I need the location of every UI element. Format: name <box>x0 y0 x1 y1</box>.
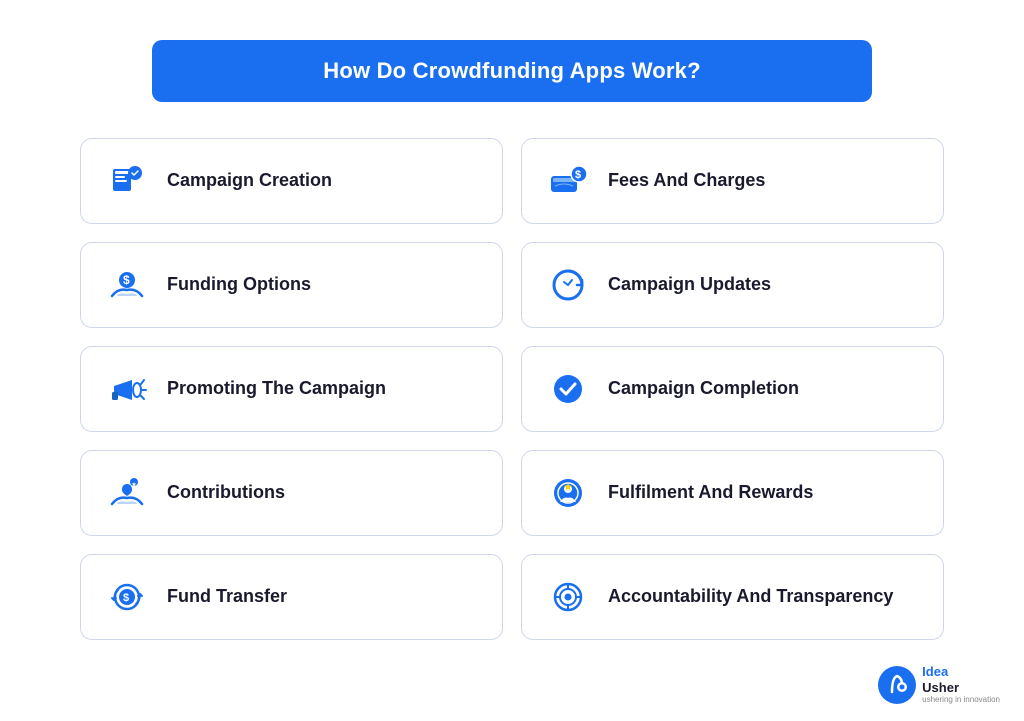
card-fund-transfer: $ Fund Transfer <box>80 554 503 640</box>
card-promoting: Promoting The Campaign <box>80 346 503 432</box>
card-contributions: Contributions <box>80 450 503 536</box>
card-label-completion: Campaign Completion <box>608 377 799 400</box>
promoting-icon <box>103 365 151 413</box>
fund-transfer-icon: $ <box>103 573 151 621</box>
card-campaign-creation: Campaign Creation <box>80 138 503 224</box>
header-title: How Do Crowdfunding Apps Work? <box>212 58 812 84</box>
header-banner: How Do Crowdfunding Apps Work? <box>152 40 872 102</box>
card-label-fees: Fees And Charges <box>608 169 765 192</box>
card-label-accountability: Accountability And Transparency <box>608 585 893 608</box>
card-campaign-updates: Campaign Updates <box>521 242 944 328</box>
logo-text: Idea Usher ushering in innovation <box>922 664 1000 705</box>
card-label-funding: Funding Options <box>167 273 311 296</box>
accountability-icon <box>544 573 592 621</box>
campaign-creation-icon <box>103 157 151 205</box>
funding-options-icon: $ <box>103 261 151 309</box>
svg-text:$: $ <box>575 169 581 181</box>
card-fees-charges: $ Fees And Charges <box>521 138 944 224</box>
card-rewards: Fulfilment And Rewards <box>521 450 944 536</box>
fees-icon: $ <box>544 157 592 205</box>
rewards-icon <box>544 469 592 517</box>
svg-text:$: $ <box>123 592 129 604</box>
contributions-icon <box>103 469 151 517</box>
card-accountability: Accountability And Transparency <box>521 554 944 640</box>
campaign-updates-icon <box>544 261 592 309</box>
card-label-updates: Campaign Updates <box>608 273 771 296</box>
card-label-campaign-creation: Campaign Creation <box>167 169 332 192</box>
card-completion: Campaign Completion <box>521 346 944 432</box>
card-funding-options: $ Funding Options <box>80 242 503 328</box>
card-label-contributions: Contributions <box>167 481 285 504</box>
logo-area: Idea Usher ushering in innovation <box>878 664 1000 705</box>
campaign-completion-icon <box>544 365 592 413</box>
cards-grid: Campaign Creation $ Fees And Charges $ F… <box>80 138 944 640</box>
svg-text:$: $ <box>123 273 130 287</box>
card-label-rewards: Fulfilment And Rewards <box>608 481 813 504</box>
logo-icon <box>878 666 916 704</box>
card-label-promoting: Promoting The Campaign <box>167 377 386 400</box>
card-label-fund-transfer: Fund Transfer <box>167 585 287 608</box>
